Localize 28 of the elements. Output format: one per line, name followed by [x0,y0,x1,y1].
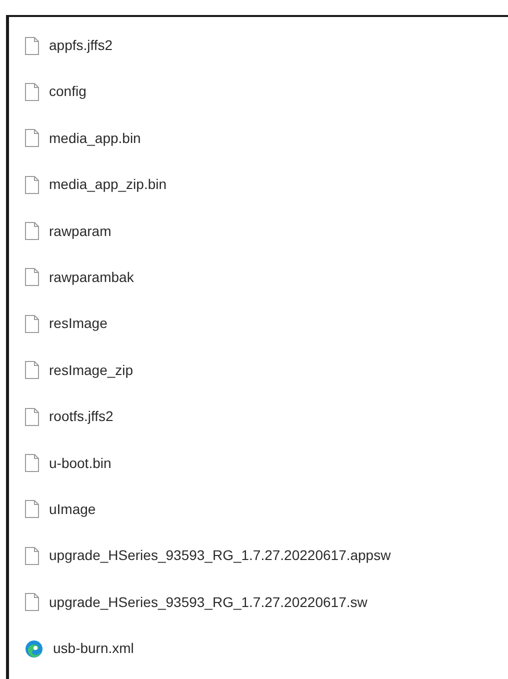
file-name[interactable]: upgrade_HSeries_93593_RG_1.7.27.20220617.appsw [49,545,391,566]
document-icon [25,268,39,286]
file-name[interactable]: rawparambak [49,266,134,288]
file-name[interactable]: upgrade_HSeries_93593_RG_1.7.27.20220617.sw [49,592,368,613]
file-name[interactable]: rawparam [49,220,112,242]
document-icon [25,546,39,565]
file-name[interactable]: resImage [49,313,108,334]
file-name[interactable]: resImage_zip [49,360,134,381]
file-name[interactable]: config [49,81,86,102]
document-icon [25,82,39,101]
file-name[interactable]: media_app_zip.bin [49,174,167,196]
document-icon [25,176,39,194]
document-icon [25,129,39,148]
document-icon [25,314,39,333]
document-icon [25,222,39,240]
document-icon [25,500,39,518]
file-name[interactable]: u-boot.bin [49,452,112,474]
file-name[interactable]: usb-burn.xml [53,638,134,660]
file-name[interactable]: media_app.bin [49,128,141,149]
browser-document-icon [25,640,43,658]
document-icon [25,36,39,54]
file-name[interactable]: appfs.jffs2 [49,35,113,56]
document-icon [25,408,39,426]
file-name[interactable]: rootfs.jffs2 [49,406,114,428]
document-icon [25,454,39,472]
document-icon [25,593,39,612]
document-icon [25,361,39,380]
file-name[interactable]: uImage [49,498,96,520]
